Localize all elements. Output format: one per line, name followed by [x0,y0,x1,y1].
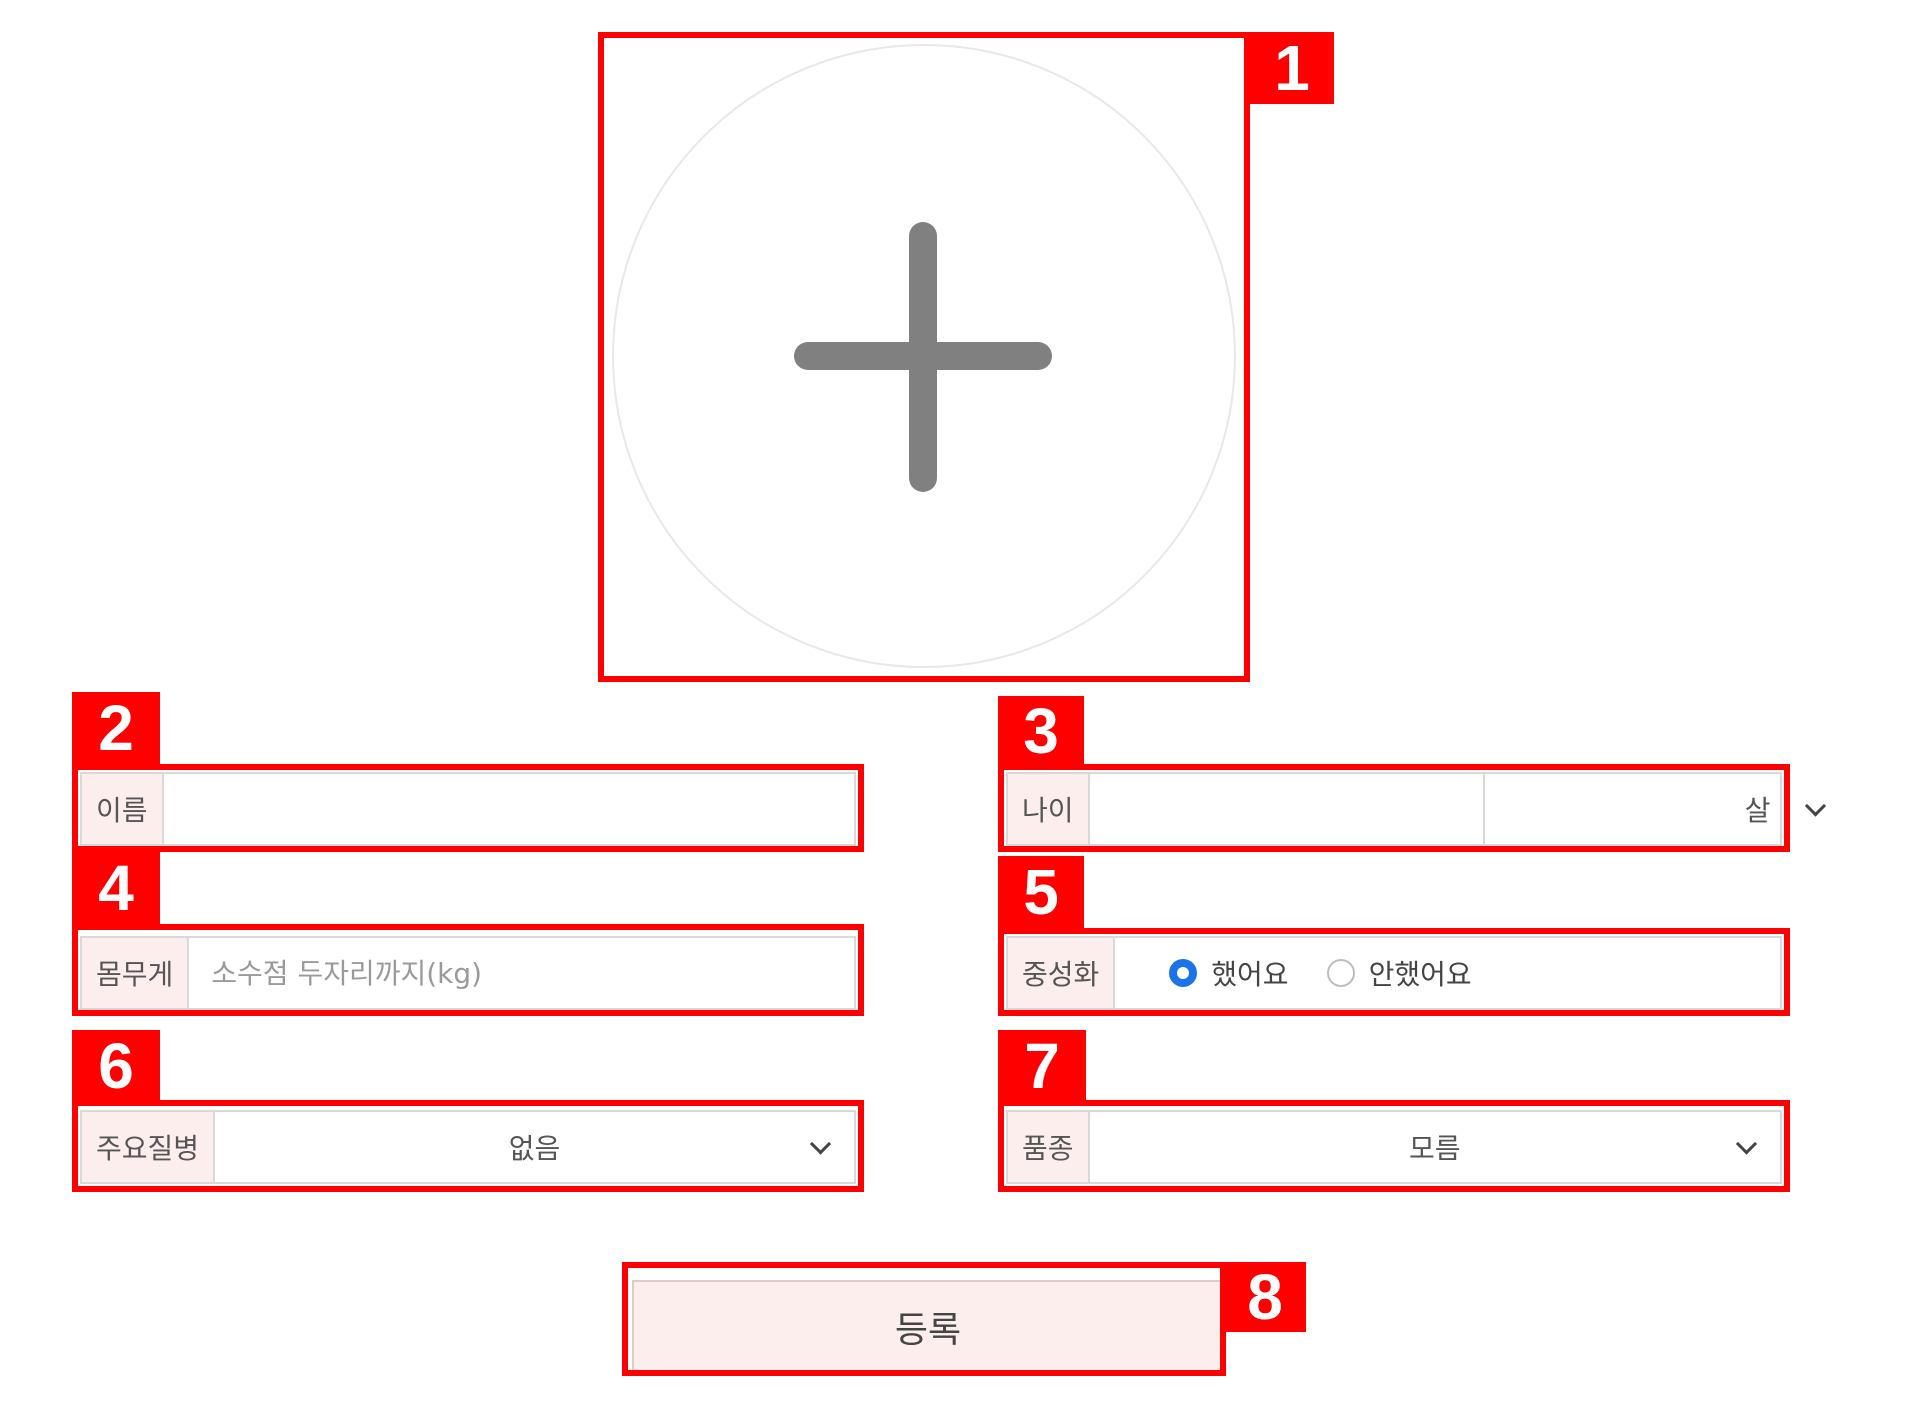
annotation-box-5 [998,928,1790,1016]
annotation-box-4 [72,924,864,1016]
annotation-badge-4: 4 [72,852,160,924]
annotation-badge-2: 2 [72,692,160,764]
chevron-down-icon [1804,795,1826,817]
annotation-badge-7: 7 [998,1030,1086,1102]
annotation-badge-6: 6 [72,1030,160,1102]
annotation-box-6 [72,1100,864,1192]
annotation-badge-1: 1 [1250,32,1334,104]
annotation-box-1 [598,32,1250,682]
annotation-box-3 [998,764,1790,852]
annotation-box-8 [622,1262,1226,1376]
annotation-badge-5: 5 [998,856,1084,928]
annotation-badge-3: 3 [998,696,1084,766]
annotation-box-2 [72,764,864,852]
annotation-box-7 [998,1100,1790,1192]
annotation-badge-8: 8 [1224,1262,1306,1332]
